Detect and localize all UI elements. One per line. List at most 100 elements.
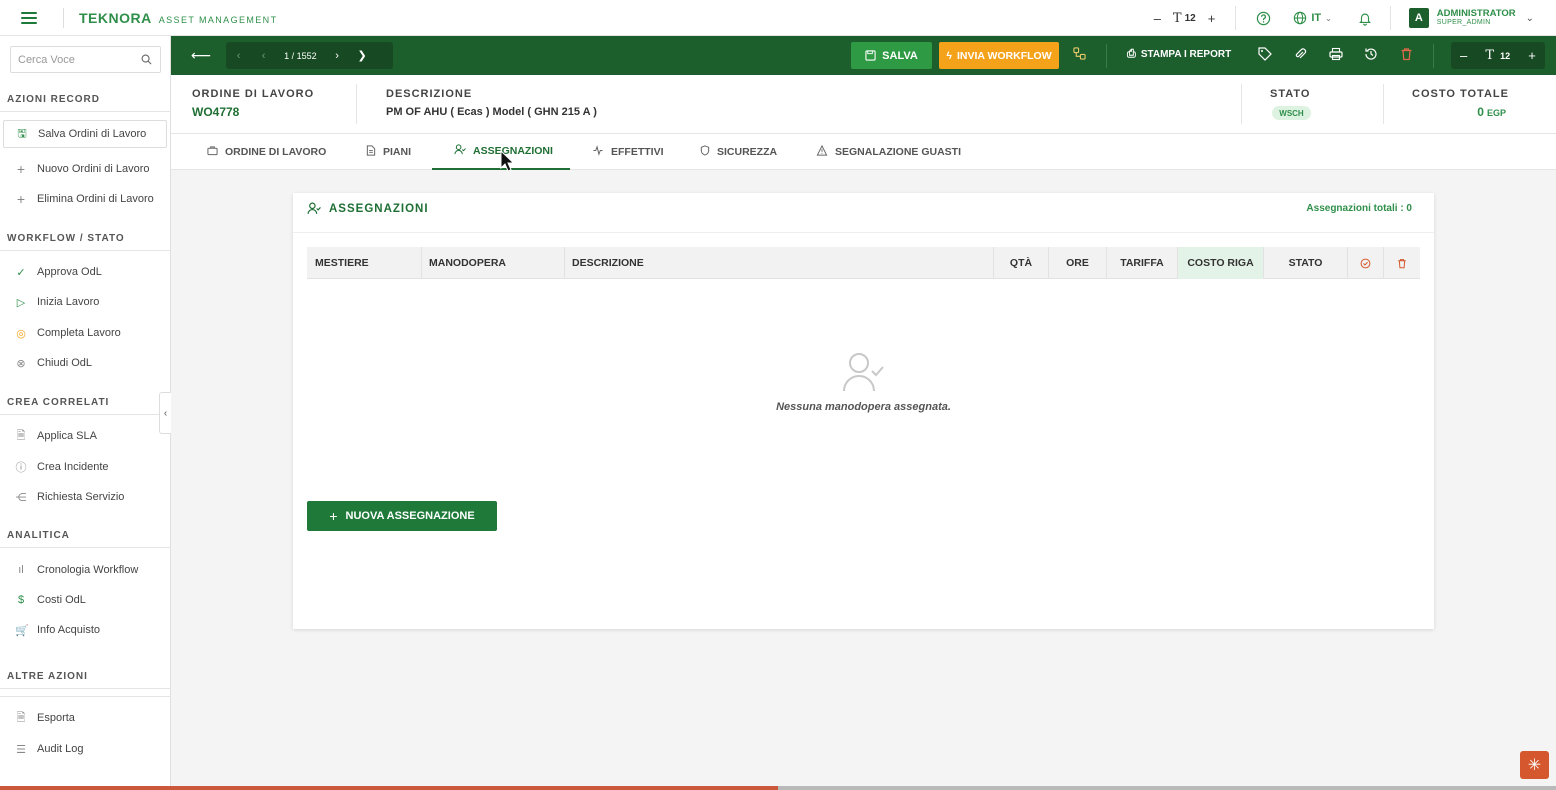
column-header[interactable]: MESTIERE bbox=[307, 247, 422, 279]
sidebar-item-label: Nuovo Ordini di Lavoro bbox=[37, 163, 150, 175]
user-menu[interactable]: A ADMINISTRATOR SUPER_ADMIN ⌄ bbox=[1408, 8, 1534, 28]
divider bbox=[1433, 44, 1434, 68]
sparkle-icon: ✳ bbox=[1527, 757, 1542, 774]
sidebar-item-esporta[interactable]: 🗎 Esporta bbox=[0, 704, 170, 732]
language-selector[interactable]: IT ⌄ bbox=[1293, 11, 1332, 25]
next-page-icon[interactable]: › bbox=[325, 50, 350, 62]
tag-icon[interactable] bbox=[1258, 47, 1272, 64]
sidebar-item-label: Esporta bbox=[37, 712, 75, 724]
sidebar-item-elimina[interactable]: + Elimina Ordini di Lavoro bbox=[0, 185, 170, 213]
sidebar-item-label: Approva OdL bbox=[37, 266, 102, 278]
tab-segnalazione-guasti[interactable]: SEGNALAZIONE GUASTI bbox=[816, 134, 961, 170]
first-page-icon[interactable]: ‹ bbox=[226, 50, 251, 62]
column-header[interactable]: TARIFFA bbox=[1107, 247, 1178, 279]
document-icon: 🗎 bbox=[16, 711, 26, 724]
sidebar-item-audit[interactable]: ☰ Audit Log bbox=[0, 735, 170, 763]
tab-label: PIANI bbox=[383, 146, 412, 158]
font-decrease-button[interactable]: – bbox=[1460, 48, 1467, 63]
divider bbox=[1106, 44, 1107, 68]
sidebar-item-salva[interactable]: 🖫 Salva Ordini di Lavoro bbox=[3, 120, 167, 148]
search-input[interactable] bbox=[18, 53, 138, 66]
delete-icon[interactable] bbox=[1400, 47, 1413, 64]
empty-state-text: Nessuna manodopera assegnata. bbox=[776, 401, 951, 413]
warning-icon bbox=[816, 144, 828, 159]
save-icon: 🖫 bbox=[17, 127, 27, 140]
sidebar-item-label: Salva Ordini di Lavoro bbox=[38, 128, 147, 140]
last-page-icon[interactable]: ❯ bbox=[350, 49, 375, 62]
tab-effettivi[interactable]: EFFETTIVI bbox=[592, 134, 664, 170]
tab-piani[interactable]: PIANI bbox=[366, 134, 411, 170]
print-reports-button[interactable]: ⎙ STAMPA I REPORT bbox=[1127, 48, 1231, 61]
play-icon: ▷ bbox=[16, 296, 26, 309]
lightning-icon: ϟ bbox=[946, 49, 952, 62]
font-increase-button[interactable]: + bbox=[1208, 11, 1216, 26]
sidebar-item-approva[interactable]: ✓ Approva OdL bbox=[0, 258, 170, 286]
hamburger-menu-icon[interactable] bbox=[21, 11, 37, 24]
column-header[interactable]: DESCRIZIONE bbox=[565, 247, 994, 279]
sidebar-item-label: Crea Incidente bbox=[37, 461, 109, 473]
help-icon[interactable] bbox=[1256, 11, 1271, 26]
font-size-icon: T bbox=[1172, 10, 1182, 26]
sidebar-item-inizia[interactable]: ▷ Inizia Lavoro bbox=[0, 288, 170, 316]
delete-all-icon[interactable] bbox=[1384, 247, 1420, 279]
printer-icon[interactable] bbox=[1329, 47, 1343, 64]
check-circle-icon: ✓ bbox=[16, 266, 26, 279]
attachment-icon[interactable] bbox=[1293, 47, 1307, 64]
record-header: ORDINE DI LAVORO WO4778 DESCRIZIONE PM O… bbox=[171, 75, 1556, 134]
order-number: WO4778 bbox=[192, 105, 240, 119]
panel-title-text: ASSEGNAZIONI bbox=[329, 202, 429, 215]
sidebar-item-cronologia[interactable]: ıl Cronologia Workflow bbox=[0, 556, 170, 584]
sidebar-item-label: Info Acquisto bbox=[37, 624, 100, 636]
search-icon[interactable] bbox=[141, 54, 152, 65]
save-button[interactable]: SALVA bbox=[851, 42, 932, 69]
sidebar-item-completa[interactable]: ◎ Completa Lavoro bbox=[0, 319, 170, 347]
workflow-diagram-icon[interactable] bbox=[1073, 47, 1086, 63]
column-header[interactable]: COSTO RIGA bbox=[1178, 247, 1264, 279]
send-workflow-button[interactable]: ϟ INVIA WORKFLOW bbox=[939, 42, 1059, 69]
empty-user-check-icon bbox=[843, 353, 884, 392]
notifications-bell-icon[interactable] bbox=[1358, 11, 1372, 26]
mouse-cursor-icon bbox=[500, 150, 514, 172]
prev-page-icon[interactable]: ‹ bbox=[251, 50, 276, 62]
column-header[interactable]: STATO bbox=[1264, 247, 1348, 279]
alert-circle-icon: ⓘ bbox=[15, 462, 27, 474]
status-badge: WSCH bbox=[1272, 106, 1311, 120]
divider bbox=[0, 547, 170, 548]
back-arrow-icon[interactable]: ⟵ bbox=[191, 47, 211, 64]
sidebar-item-incidente[interactable]: ⓘ Crea Incidente bbox=[0, 453, 170, 481]
panel-title: ASSEGNAZIONI bbox=[307, 202, 429, 215]
sidebar-item-costi[interactable]: $ Costi OdL bbox=[0, 586, 170, 614]
sidebar-item-servizio[interactable]: ⋲ Richiesta Servizio bbox=[0, 483, 170, 511]
tab-label: SICUREZZA bbox=[717, 146, 778, 158]
column-header[interactable]: QTÀ bbox=[994, 247, 1049, 279]
user-check-icon bbox=[454, 144, 466, 158]
tab-sicurezza[interactable]: SICUREZZA bbox=[700, 134, 777, 170]
font-decrease-button[interactable]: – bbox=[1154, 11, 1161, 26]
sidebar-collapse-button[interactable]: ‹ bbox=[159, 392, 171, 434]
column-header[interactable]: MANODOPERA bbox=[422, 247, 565, 279]
print-reports-label: STAMPA I REPORT bbox=[1140, 49, 1232, 60]
plus-icon: + bbox=[16, 161, 26, 177]
status-label: STATO bbox=[1270, 88, 1311, 100]
history-icon[interactable] bbox=[1364, 47, 1378, 64]
approve-all-icon[interactable] bbox=[1348, 247, 1384, 279]
tab-ordine-di-lavoro[interactable]: ORDINE DI LAVORO bbox=[207, 134, 326, 170]
sidebar-item-label: Completa Lavoro bbox=[37, 327, 121, 339]
chevron-down-icon: ⌄ bbox=[1325, 13, 1332, 23]
new-assignment-button[interactable]: + NUOVA ASSEGNAZIONE bbox=[307, 501, 497, 531]
font-increase-button[interactable]: + bbox=[1528, 48, 1536, 63]
sidebar-item-chiudi[interactable]: ⊗ Chiudi OdL bbox=[0, 349, 170, 377]
sidebar-item-sla[interactable]: 🗎 Applica SLA bbox=[0, 422, 170, 450]
avatar: A bbox=[1408, 8, 1429, 28]
share-icon: ⋲ bbox=[15, 491, 27, 504]
panel-header: ASSEGNAZIONI Assegnazioni totali : 0 bbox=[293, 193, 1434, 233]
divider bbox=[356, 84, 357, 124]
chat-assistant-button[interactable]: ✳ bbox=[1520, 751, 1549, 779]
page-current: 1 bbox=[284, 50, 290, 61]
top-bar: TEKNORA ASSET MANAGEMENT – T 12 + IT ⌄ A… bbox=[0, 0, 1556, 36]
tab-label: EFFETTIVI bbox=[611, 146, 664, 158]
app-logo[interactable]: TEKNORA ASSET MANAGEMENT bbox=[79, 10, 277, 26]
column-header[interactable]: ORE bbox=[1049, 247, 1107, 279]
sidebar-item-acquisto[interactable]: 🛒 Info Acquisto bbox=[0, 616, 170, 644]
sidebar-item-nuovo[interactable]: + Nuovo Ordini di Lavoro bbox=[0, 155, 170, 183]
